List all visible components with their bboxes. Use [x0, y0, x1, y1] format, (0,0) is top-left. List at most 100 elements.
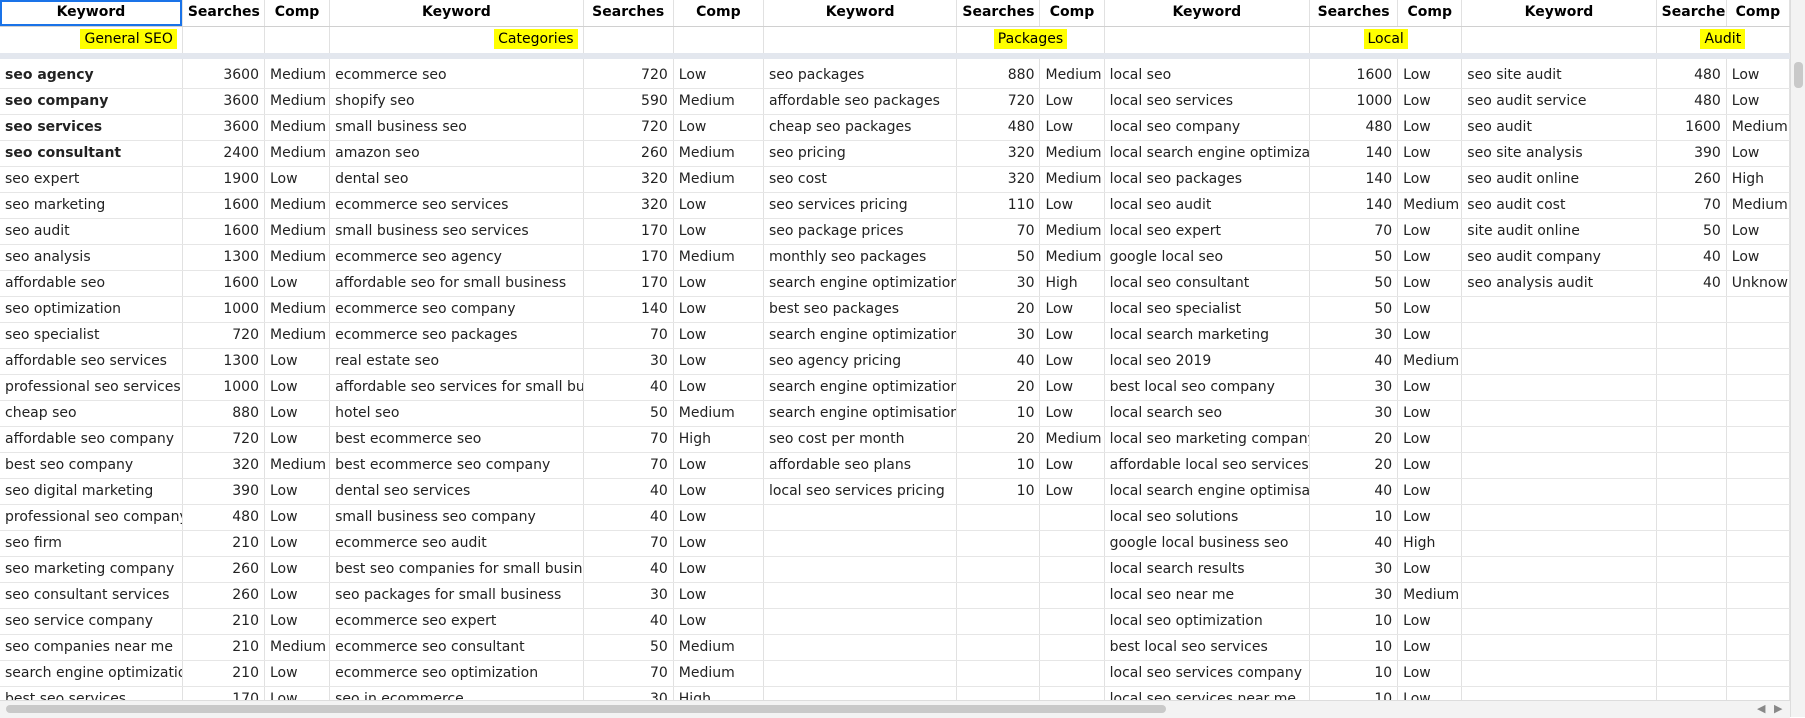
vertical-scrollbar[interactable] — [1790, 0, 1805, 717]
cell-searches[interactable]: 30 — [1309, 374, 1399, 401]
cell-searches[interactable]: 1600 — [182, 192, 266, 219]
cell-comp[interactable]: Medium — [673, 244, 764, 271]
cell-keyword[interactable]: monthly seo packages — [763, 244, 958, 271]
cell-searches[interactable]: 1600 — [1309, 56, 1399, 89]
cell-keyword[interactable]: affordable seo company — [0, 426, 183, 453]
cell-searches[interactable]: 30 — [1309, 582, 1399, 609]
cell-keyword[interactable]: ecommerce seo — [329, 56, 584, 89]
cell-comp[interactable]: Medium — [673, 140, 764, 167]
cell-searches[interactable]: 10 — [956, 478, 1041, 505]
category-cell-categories[interactable]: Categories — [329, 26, 584, 59]
cell-keyword[interactable]: best ecommerce seo company — [329, 452, 584, 479]
cell-comp[interactable]: Medium — [264, 88, 331, 115]
cell-searches[interactable]: 110 — [956, 192, 1041, 219]
cell-searches[interactable]: 10 — [956, 400, 1041, 427]
cell-keyword[interactable]: local seo services pricing — [763, 478, 958, 505]
cell-searches[interactable]: 320 — [583, 166, 674, 193]
category-spacer-cell[interactable] — [182, 26, 266, 59]
cell-comp[interactable] — [1726, 322, 1790, 349]
cell-keyword[interactable]: cheap seo packages — [763, 114, 958, 141]
cell-searches[interactable] — [956, 608, 1041, 635]
header-cell-comp-2[interactable]: Comp — [673, 0, 764, 27]
category-cell-packages[interactable]: Packages — [956, 26, 1105, 59]
cell-keyword[interactable] — [763, 634, 958, 661]
cell-searches[interactable]: 170 — [583, 244, 674, 271]
cell-keyword[interactable]: cheap seo — [0, 400, 183, 427]
cell-comp[interactable]: Medium — [264, 322, 331, 349]
header-cell-comp-5[interactable]: Comp — [1726, 0, 1790, 27]
cell-searches[interactable]: 880 — [956, 56, 1041, 89]
cell-keyword[interactable]: local seo optimization — [1104, 608, 1311, 635]
cell-comp[interactable]: Low — [1397, 88, 1463, 115]
cell-searches[interactable]: 210 — [182, 634, 266, 661]
cell-keyword[interactable] — [1461, 400, 1657, 427]
cell-searches[interactable]: 30 — [583, 686, 674, 700]
cell-comp[interactable]: Low — [264, 270, 331, 297]
horizontal-scroll-thumb[interactable] — [6, 705, 1166, 713]
category-spacer-cell[interactable] — [673, 26, 764, 59]
cell-comp[interactable]: Low — [1397, 452, 1463, 479]
cell-comp[interactable]: Low — [264, 348, 331, 375]
cell-keyword[interactable]: dental seo services — [329, 478, 584, 505]
cell-keyword[interactable] — [763, 686, 958, 700]
cell-searches[interactable]: 20 — [956, 374, 1041, 401]
header-cell-keyword-4[interactable]: Keyword — [1104, 0, 1311, 27]
cell-comp[interactable]: Low — [1397, 556, 1463, 583]
cell-keyword[interactable]: ecommerce seo company — [329, 296, 584, 323]
cell-searches[interactable] — [956, 504, 1041, 531]
cell-keyword[interactable]: local seo services — [1104, 88, 1311, 115]
cell-searches[interactable]: 50 — [1309, 296, 1399, 323]
cell-comp[interactable]: High — [1726, 166, 1790, 193]
cell-keyword[interactable]: search engine optimisation p — [763, 400, 958, 427]
cell-comp[interactable]: Low — [1039, 452, 1105, 479]
cell-searches[interactable]: 50 — [1309, 244, 1399, 271]
cell-keyword[interactable] — [763, 608, 958, 635]
cell-keyword[interactable]: affordable seo services for small busine… — [329, 374, 584, 401]
cell-comp[interactable]: Low — [1397, 218, 1463, 245]
cell-comp[interactable]: Medium — [673, 400, 764, 427]
category-cell-local[interactable]: Local — [1309, 26, 1463, 59]
cell-searches[interactable]: 480 — [1656, 88, 1727, 115]
cell-keyword[interactable]: seo in ecommerce — [329, 686, 584, 700]
cell-searches[interactable] — [1656, 556, 1727, 583]
cell-searches[interactable]: 50 — [1656, 218, 1727, 245]
cell-searches[interactable]: 20 — [956, 426, 1041, 453]
cell-searches[interactable]: 70 — [583, 660, 674, 687]
cell-keyword[interactable]: best ecommerce seo — [329, 426, 584, 453]
cell-comp[interactable]: Medium — [264, 192, 331, 219]
cell-keyword[interactable] — [1461, 426, 1657, 453]
cell-keyword[interactable]: hotel seo — [329, 400, 584, 427]
cell-comp[interactable]: Low — [673, 504, 764, 531]
cell-keyword[interactable]: ecommerce seo optimization — [329, 660, 584, 687]
header-cell-searches-3[interactable]: Searches — [956, 0, 1041, 27]
cell-searches[interactable]: 70 — [583, 322, 674, 349]
cell-searches[interactable]: 70 — [956, 218, 1041, 245]
cell-comp[interactable]: Low — [264, 374, 331, 401]
cell-searches[interactable]: 720 — [956, 88, 1041, 115]
cell-comp[interactable]: Medium — [673, 660, 764, 687]
cell-comp[interactable]: Low — [1397, 322, 1463, 349]
cell-comp[interactable]: Medium — [1039, 56, 1105, 89]
header-cell-searches-1[interactable]: Searches — [182, 0, 266, 27]
cell-searches[interactable]: 50 — [583, 400, 674, 427]
cell-searches[interactable]: 10 — [1309, 634, 1399, 661]
cell-keyword[interactable]: local seo specialist — [1104, 296, 1311, 323]
cell-comp[interactable]: Low — [1397, 478, 1463, 505]
cell-comp[interactable]: Low — [1397, 504, 1463, 531]
cell-keyword[interactable]: google local seo — [1104, 244, 1311, 271]
cell-searches[interactable]: 40 — [1309, 348, 1399, 375]
cell-searches[interactable]: 210 — [182, 608, 266, 635]
cell-searches[interactable]: 1000 — [1309, 88, 1399, 115]
horizontal-scrollbar[interactable]: ◀ ▶ — [0, 700, 1790, 718]
cell-searches[interactable]: 40 — [1309, 478, 1399, 505]
cell-comp[interactable]: Low — [1397, 400, 1463, 427]
cell-keyword[interactable]: google local business seo — [1104, 530, 1311, 557]
cell-keyword[interactable]: seo optimization — [0, 296, 183, 323]
cell-keyword[interactable]: best seo company — [0, 452, 183, 479]
cell-searches[interactable] — [1656, 504, 1727, 531]
cell-searches[interactable]: 30 — [583, 348, 674, 375]
cell-comp[interactable] — [1726, 556, 1790, 583]
cell-searches[interactable]: 10 — [1309, 608, 1399, 635]
cell-keyword[interactable]: local seo 2019 — [1104, 348, 1311, 375]
cell-searches[interactable]: 70 — [1656, 192, 1727, 219]
